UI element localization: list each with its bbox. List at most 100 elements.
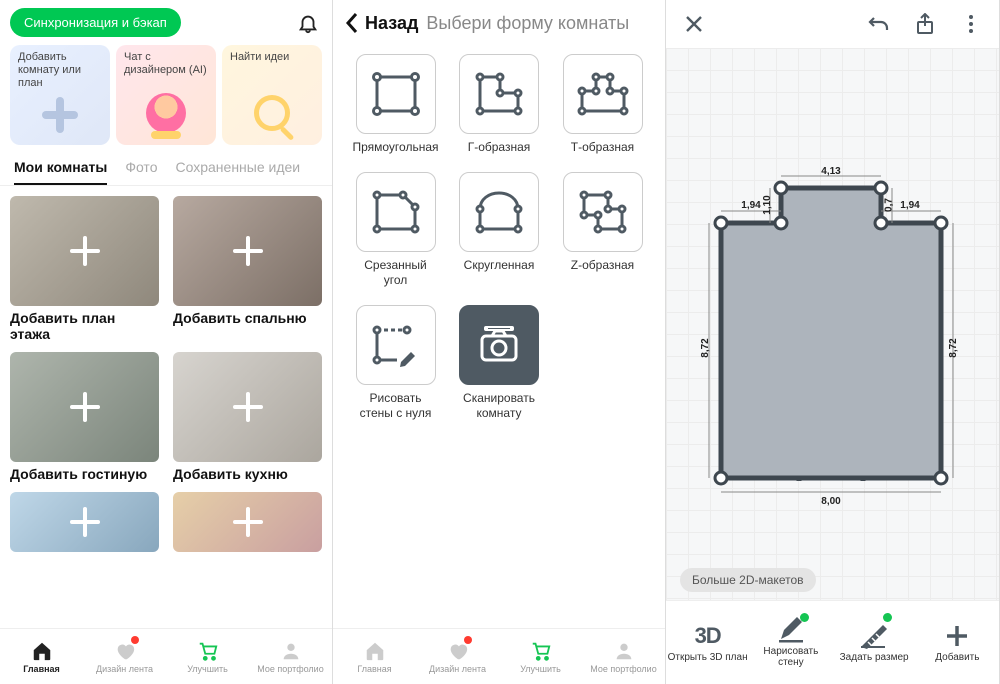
dim-left: 8,72 [700, 338, 711, 357]
card-label: Добавить комнату или план [18, 51, 102, 91]
shape-icon [459, 172, 539, 252]
3d-icon: 3D [695, 623, 721, 649]
plus-icon [233, 236, 263, 266]
tool-label: Задать размер [840, 652, 909, 663]
nav-feed[interactable]: Дизайн лента [416, 629, 499, 684]
sync-backup-button[interactable]: Синхронизация и бэкап [10, 8, 181, 37]
nav-portfolio[interactable]: Мое портфолио [249, 629, 332, 684]
tile-label: Добавить гостиную [10, 466, 159, 482]
tool-label: Добавить [935, 652, 979, 663]
tile-thumb [173, 196, 322, 306]
card-find-ideas[interactable]: Найти идеи [222, 45, 322, 145]
tile-thumb [173, 352, 322, 462]
badge-dot-icon [464, 636, 472, 644]
more-icon[interactable] [957, 10, 985, 38]
content-tabs: Мои комнаты Фото Сохраненные идеи [0, 153, 332, 186]
nav-label: Главная [357, 664, 391, 674]
indicator-dot-icon [800, 613, 809, 622]
shape-label: Z-образная [571, 258, 634, 272]
card-label: Чат с дизайнером (AI) [124, 51, 208, 77]
tile-extra-1[interactable] [10, 492, 159, 552]
indicator-dot-icon [883, 613, 892, 622]
shape-grid: Прямоугольная Г-образная Т-образная Срез… [333, 44, 665, 430]
card-ai-designer[interactable]: Чат с дизайнером (AI) [116, 45, 216, 145]
shape-scan-room[interactable]: Сканировать комнату [457, 305, 542, 420]
tile-add-living[interactable]: Добавить гостиную [10, 352, 159, 482]
dim-bottom: 8,00 [821, 496, 840, 507]
tile-label: Добавить план этажа [10, 310, 159, 342]
tile-add-floor-plan[interactable]: Добавить план этажа [10, 196, 159, 342]
plus-icon [233, 392, 263, 422]
nav-label: Мое портфолио [257, 664, 323, 674]
dim-right: 8,72 [948, 338, 959, 357]
shape-z[interactable]: Z-образная [560, 172, 645, 287]
shape-label: Г-образная [468, 140, 531, 154]
tab-my-rooms[interactable]: Мои комнаты [14, 159, 107, 185]
tile-add-kitchen[interactable]: Добавить кухню [173, 352, 322, 482]
more-2d-layouts[interactable]: Больше 2D-макетов [680, 568, 816, 592]
dim-notch-right-v: 0,7 [883, 198, 894, 212]
card-add-room[interactable]: Добавить комнату или план [10, 45, 110, 145]
nav-portfolio[interactable]: Мое портфолио [582, 629, 665, 684]
home-screen: Синхронизация и бэкап Добавить комнату и… [0, 0, 333, 684]
floorplan-editor: 4,13 1,94 1,94 1,10 0,7 8,72 8,72 8,00 Б… [666, 0, 1000, 684]
close-icon[interactable] [680, 10, 708, 38]
tile-extra-2[interactable] [173, 492, 322, 552]
shape-rounded[interactable]: Скругленная [457, 172, 542, 287]
tab-photo[interactable]: Фото [125, 159, 157, 185]
plus-icon [18, 91, 102, 139]
top-bar: Синхронизация и бэкап [0, 0, 332, 45]
shape-icon [356, 305, 436, 385]
nav-label: Главная [23, 664, 60, 674]
canvas[interactable]: 4,13 1,94 1,94 1,10 0,7 8,72 8,72 8,00 Б… [666, 48, 999, 600]
shape-label: Рисовать стены с нуля [353, 391, 438, 420]
shape-label: Т-образная [571, 140, 634, 154]
shape-draw-walls[interactable]: Рисовать стены с нуля [353, 305, 438, 420]
shape-icon [356, 54, 436, 134]
shape-label: Сканировать комнату [457, 391, 542, 420]
undo-icon[interactable] [865, 10, 893, 38]
tile-label: Добавить спальню [173, 310, 322, 326]
shape-icon [563, 172, 643, 252]
tile-thumb [10, 196, 159, 306]
nav-home[interactable]: Главная [333, 629, 416, 684]
meditator-icon [124, 87, 208, 139]
back-label[interactable]: Назад [365, 13, 418, 34]
bottom-nav: Главная Дизайн лента Улучшить Мое портфо… [333, 628, 665, 684]
shape-l[interactable]: Г-образная [457, 54, 542, 154]
header-prompt: Выбери форму комнаты [426, 13, 629, 34]
tile-thumb [10, 352, 159, 462]
nav-label: Улучшить [187, 664, 228, 674]
shape-t[interactable]: Т-образная [560, 54, 645, 154]
nav-upgrade[interactable]: Улучшить [499, 629, 582, 684]
shape-rectangular[interactable]: Прямоугольная [353, 54, 438, 154]
tool-set-dimensions[interactable]: Задать размер [833, 601, 916, 684]
room-template-grid: Добавить план этажа Добавить спальню Доб… [0, 186, 332, 628]
tool-draw-wall[interactable]: Нарисовать стену [749, 601, 832, 684]
badge-dot-icon [131, 636, 139, 644]
notifications-icon[interactable] [294, 9, 322, 37]
header: Назад Выбери форму комнаты [333, 0, 665, 44]
nav-upgrade[interactable]: Улучшить [166, 629, 249, 684]
editor-header [666, 0, 999, 48]
shape-cut-corner[interactable]: Срезанный угол [353, 172, 438, 287]
tool-open-3d[interactable]: 3D Открыть 3D план [666, 601, 749, 684]
dim-notch-right: 1,94 [900, 200, 919, 211]
tile-add-bedroom[interactable]: Добавить спальню [173, 196, 322, 342]
nav-label: Дизайн лента [429, 664, 486, 674]
tool-add[interactable]: Добавить [916, 601, 999, 684]
room-shape[interactable] [666, 48, 1000, 548]
dim-top: 4,13 [821, 166, 840, 177]
shape-label: Прямоугольная [352, 140, 438, 154]
shape-icon [459, 54, 539, 134]
shape-icon [459, 305, 539, 385]
share-icon[interactable] [911, 10, 939, 38]
tab-saved-ideas[interactable]: Сохраненные идеи [175, 159, 300, 185]
nav-home[interactable]: Главная [0, 629, 83, 684]
shape-icon [563, 54, 643, 134]
nav-feed[interactable]: Дизайн лента [83, 629, 166, 684]
editor-toolbar: 3D Открыть 3D план Нарисовать стену Зада… [666, 600, 999, 684]
magnifier-icon [230, 87, 314, 139]
nav-label: Дизайн лента [96, 664, 153, 674]
back-button[interactable] [345, 12, 359, 34]
